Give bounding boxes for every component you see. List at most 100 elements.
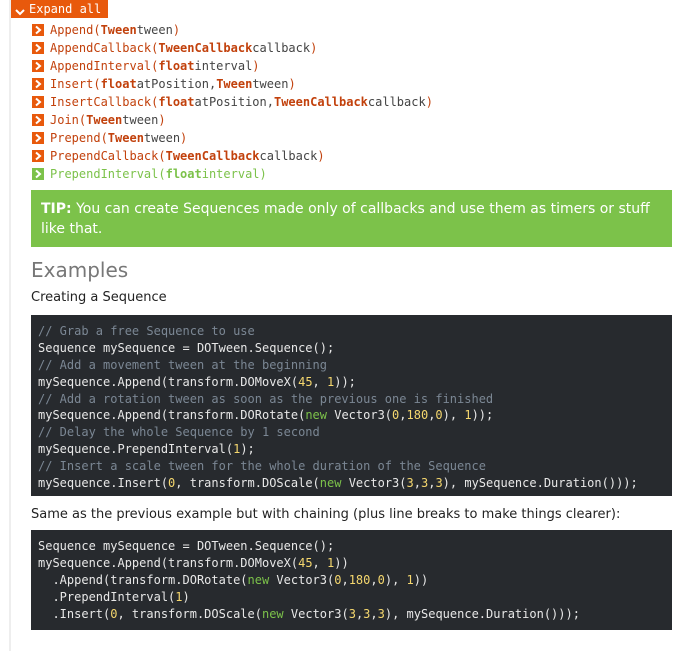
example2-title: Same as the previous example but with ch…	[31, 507, 621, 522]
code-token: Sequence mySequence = DOTween.Sequence()…	[38, 340, 335, 355]
method-item[interactable]: Prepend(Tween tween)	[32, 129, 433, 147]
code-token: .Insert(	[38, 606, 111, 621]
param-name: interval	[201, 167, 260, 181]
code-line: // Insert a scale tween for the whole du…	[38, 458, 665, 475]
code-token: mySequence.PrependInterval(	[38, 442, 234, 457]
method-item[interactable]: Append(Tween tween)	[32, 21, 433, 39]
code-token: 3	[377, 606, 385, 621]
method-close-paren: )	[259, 167, 267, 181]
code-token: mySequence.Append(transform.DORotate(	[38, 408, 306, 423]
method-close-paren: )	[317, 149, 325, 163]
code-token: 3	[348, 606, 356, 621]
method-item[interactable]: AppendInterval(float interval)	[32, 57, 433, 75]
code-token: );	[240, 442, 255, 457]
code-token: Vector3(	[283, 606, 349, 621]
code-token: 1	[406, 572, 414, 587]
method-item[interactable]: PrependCallback(TweenCallback callback)	[32, 147, 433, 165]
method-close-paren: )	[288, 77, 296, 91]
param-type: TweenCallback	[273, 95, 368, 109]
method-name: Join(	[50, 113, 87, 127]
method-name: Insert(	[50, 77, 101, 91]
code-token: ), mySequence.Duration()));	[442, 476, 638, 491]
param-type: float	[165, 167, 202, 181]
code-line: // Grab a free Sequence to use	[38, 323, 665, 340]
method-name: InsertCallback(	[50, 95, 159, 109]
code-token: ), mySequence.Duration()));	[384, 606, 580, 621]
method-list: Append(Tween tween) AppendCallback(TweenC…	[32, 21, 433, 183]
chevron-right-icon	[32, 96, 44, 108]
method-close-paren: )	[252, 59, 260, 73]
param-type: Tween	[216, 77, 253, 91]
method-item[interactable]: Join(Tween tween)	[32, 111, 433, 129]
code-token: 180	[406, 408, 429, 423]
param-name: interval	[194, 59, 253, 73]
code-block-example1: // Grab a free Sequence to use Sequence m…	[31, 315, 672, 496]
method-close-paren: )	[158, 113, 166, 127]
code-line: mySequence.Insert(0, transform.DOScale(n…	[38, 475, 665, 492]
param-name: tween	[122, 113, 159, 127]
method-item[interactable]: AppendCallback(TweenCallback callback)	[32, 39, 433, 57]
code-token: ),	[442, 408, 465, 423]
code-token: mySequence.Append(transform.DOMoveX(	[38, 374, 299, 389]
param-type: TweenCallback	[158, 41, 253, 55]
code-token: // Grab a free Sequence to use	[38, 324, 255, 338]
code-token: ))	[334, 555, 349, 570]
code-token: // Add a rotation tween as soon as the p…	[38, 391, 494, 406]
code-token: 1	[464, 408, 472, 423]
chevron-down-icon	[15, 4, 25, 16]
code-token: ));	[471, 408, 494, 423]
param-name: tween	[143, 131, 181, 145]
code-line: .PrependInterval(1)	[38, 589, 665, 606]
chevron-right-icon	[32, 78, 44, 90]
code-token: mySequence.Append(transform.DOMoveX(	[38, 555, 299, 570]
code-token: // Delay the whole Sequence by 1 second	[38, 425, 320, 440]
code-token: Vector3(	[327, 408, 393, 423]
code-line: Sequence mySequence = DOTween.Sequence()…	[38, 340, 665, 357]
code-token: 0	[377, 572, 385, 587]
expand-all-button[interactable]: Expand all	[11, 0, 109, 18]
expand-all-label: Expand all	[29, 2, 102, 16]
chevron-right-icon	[32, 132, 44, 144]
param-name: tween	[136, 23, 173, 37]
method-item[interactable]: Insert(float atPosition, Tween tween)	[32, 75, 433, 93]
code-token: ,	[312, 555, 327, 570]
code-line: .Append(transform.DORotate(new Vector3( 0…	[38, 572, 665, 589]
method-close-paren: )	[180, 131, 188, 145]
code-line: mySequence.Append(transform.DOMoveX(45, …	[38, 555, 665, 572]
method-name: AppendInterval(	[50, 59, 159, 73]
param-name: callback	[367, 95, 426, 109]
param-type: float	[100, 77, 137, 91]
code-token: ,	[370, 572, 378, 587]
code-token: ))	[413, 572, 429, 587]
code-token: new	[247, 572, 270, 587]
param-type: Tween	[86, 113, 123, 127]
param-type: float	[158, 95, 195, 109]
code-token: ,	[370, 606, 378, 621]
code-token: .PrependInterval(	[38, 589, 176, 604]
code-token: new	[261, 606, 284, 621]
code-token: .Append(transform.DORotate(	[38, 572, 248, 587]
code-token: Vector3(	[269, 572, 335, 587]
code-token: , transform.DOScale(	[175, 476, 320, 491]
method-item[interactable]: PrependInterval(float interval)	[32, 165, 433, 183]
code-token: // Insert a scale tween for the whole du…	[38, 459, 486, 474]
method-item[interactable]: InsertCallback(float atPosition, TweenCa…	[32, 93, 433, 111]
param-name: atPosition,	[136, 77, 217, 91]
method-name: PrependInterval(	[50, 167, 166, 181]
left-border	[9, 0, 11, 651]
code-token: // Add a movement tween at the beginning	[38, 357, 327, 372]
code-token: new	[305, 408, 327, 423]
code-token: 45	[298, 374, 313, 389]
method-close-paren: )	[425, 95, 433, 109]
code-token: new	[319, 476, 342, 491]
code-token: Sequence mySequence = DOTween.Sequence()…	[38, 539, 335, 553]
code-token: 180	[348, 572, 371, 587]
code-token: 3	[435, 476, 443, 491]
code-token: ,	[413, 476, 421, 491]
code-line: // Delay the whole Sequence by 1 second	[38, 424, 665, 441]
param-type: TweenCallback	[165, 149, 260, 163]
method-name: AppendCallback(	[50, 41, 159, 55]
chevron-right-icon	[32, 42, 44, 54]
param-type: float	[158, 59, 195, 73]
code-token: 3	[406, 476, 414, 491]
